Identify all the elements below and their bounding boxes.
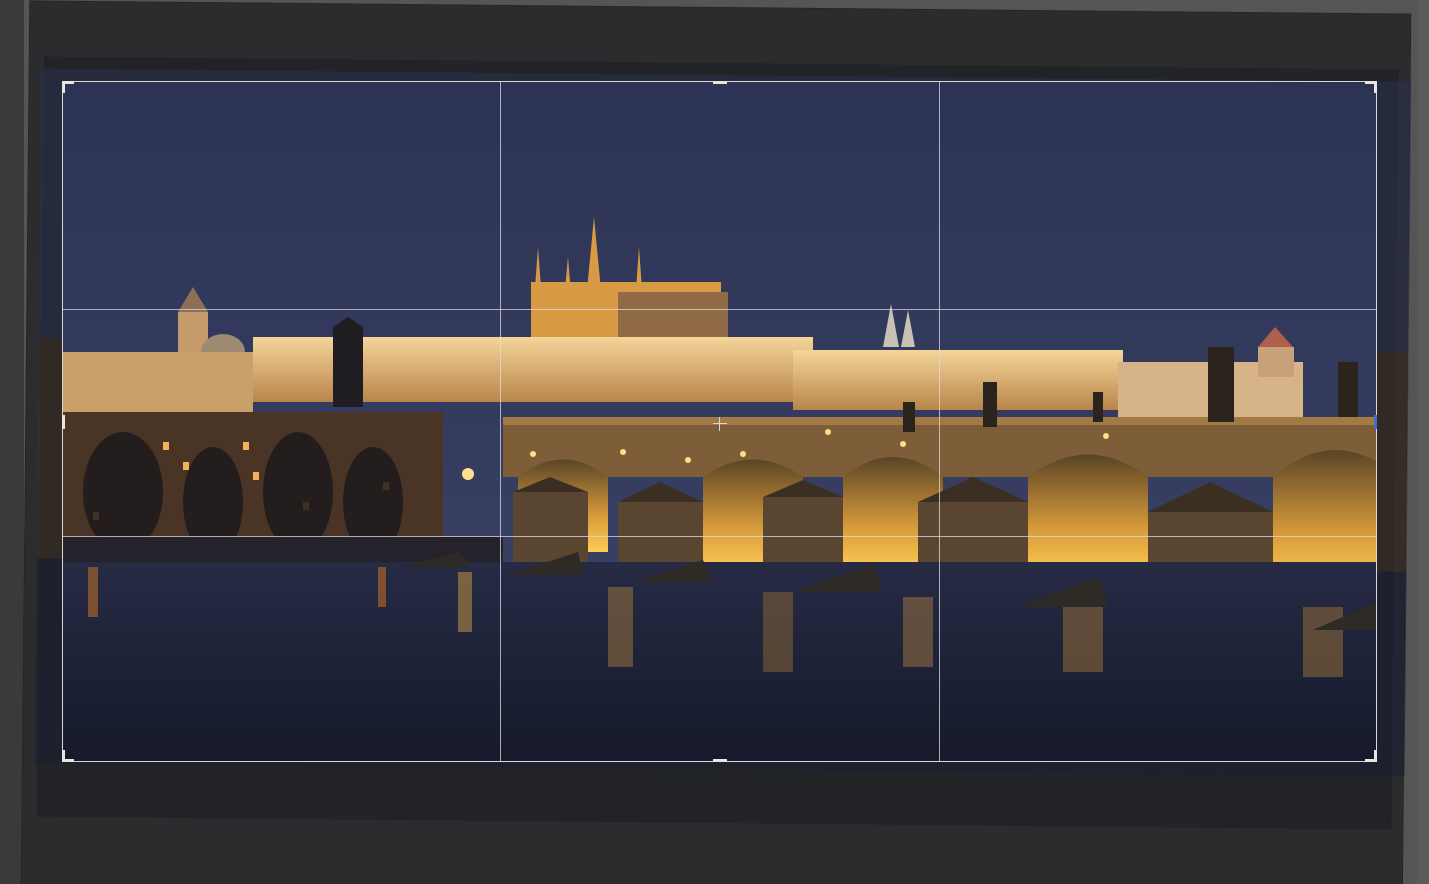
photo-render: [63, 82, 1377, 762]
left-panel-edge: [0, 0, 24, 884]
photo-editor-canvas: [0, 0, 1429, 884]
right-panel-edge: [1417, 0, 1429, 884]
photo-image[interactable]: [63, 82, 1377, 762]
